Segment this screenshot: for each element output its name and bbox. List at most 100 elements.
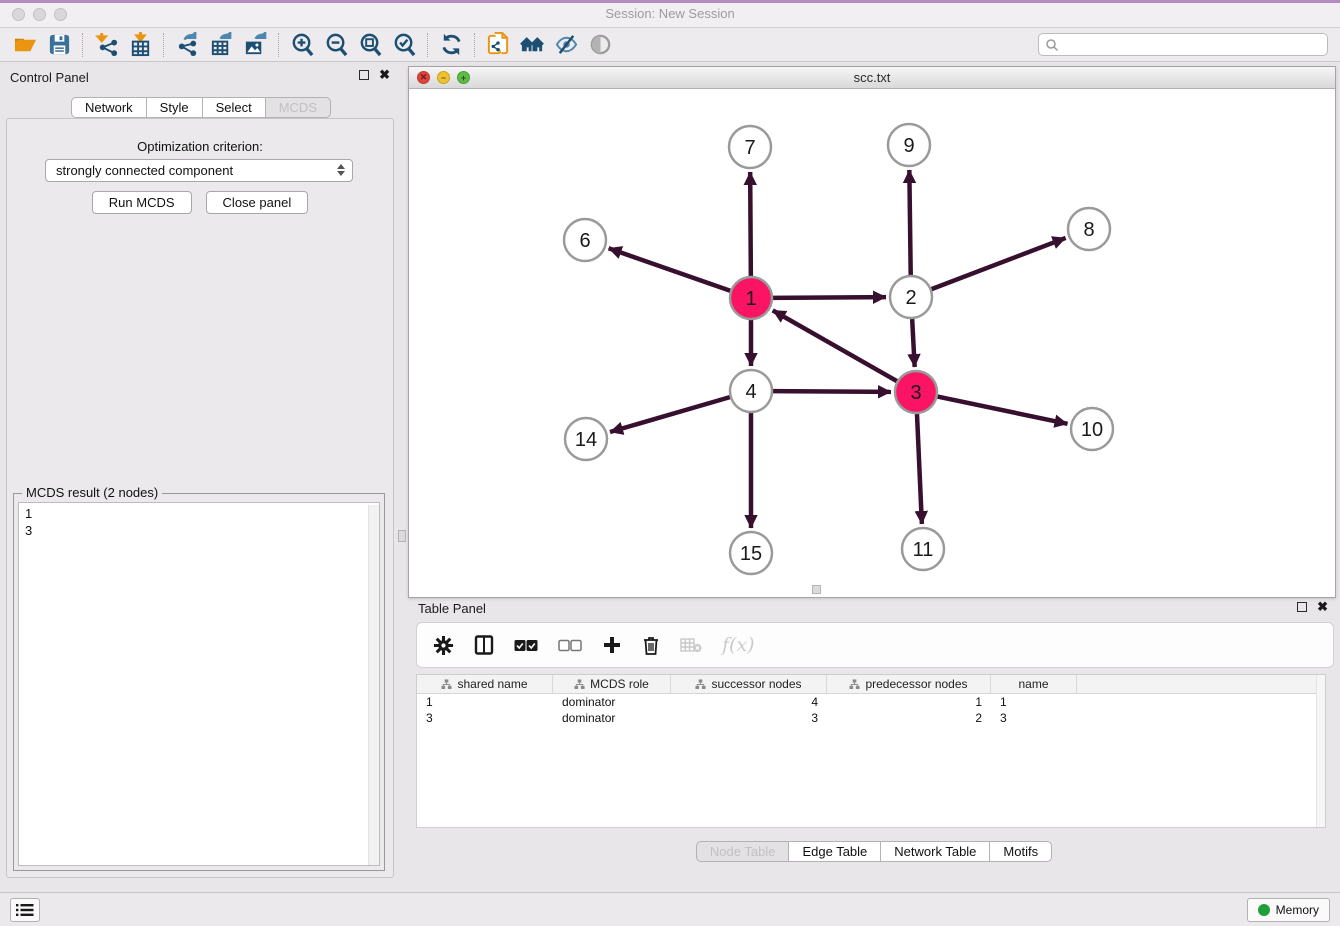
cell-name[interactable]: 1 (991, 694, 1077, 710)
network-graph[interactable]: 7 9 6 8 1 2 4 3 14 10 15 11 (409, 89, 1335, 597)
graph-node-6[interactable]: 6 (564, 219, 606, 261)
zoom-fit-icon (358, 32, 383, 57)
graph-edge-1-2[interactable] (773, 297, 886, 298)
result-scrollbar[interactable] (368, 505, 379, 865)
tab-edge-table[interactable]: Edge Table (788, 841, 880, 862)
search-input[interactable] (1059, 38, 1321, 52)
graph-node-8[interactable]: 8 (1068, 208, 1110, 250)
clone-network-button[interactable] (481, 31, 515, 59)
column-header-name[interactable]: name (991, 675, 1077, 693)
criterion-dropdown[interactable]: strongly connected component (45, 159, 353, 182)
apply-function-button[interactable]: f(x) (722, 634, 755, 656)
cell-successor-nodes[interactable]: 4 (671, 694, 827, 710)
graph-node-1[interactable]: 1 (730, 277, 772, 319)
cell-mcds-role[interactable]: dominator (553, 694, 671, 710)
cell-successor-nodes[interactable]: 3 (671, 710, 827, 726)
tab-network[interactable]: Network (71, 97, 146, 118)
graph-edge-4-3[interactable] (773, 391, 891, 392)
graph-edge-1-6[interactable] (609, 248, 731, 290)
tab-style[interactable]: Style (146, 97, 202, 118)
cell-shared-name[interactable]: 1 (417, 694, 553, 710)
column-header-predecessor-nodes[interactable]: predecessor nodes (827, 675, 991, 693)
graph-edge-2-9[interactable] (909, 170, 910, 275)
graph-edge-3-1[interactable] (773, 310, 897, 381)
float-table-panel-icon[interactable] (1297, 602, 1307, 612)
export-image-icon (243, 32, 268, 57)
export-table-button[interactable] (204, 31, 238, 59)
graph-edge-3-10[interactable] (938, 397, 1068, 424)
search-field[interactable] (1038, 33, 1328, 56)
graph-node-14[interactable]: 14 (565, 418, 607, 460)
first-neighbors-button[interactable] (515, 31, 549, 59)
tab-node-table[interactable]: Node Table (696, 841, 789, 862)
zoom-fit-button[interactable] (353, 31, 387, 59)
graph-edge-2-3[interactable] (912, 319, 915, 367)
export-network-button[interactable] (170, 31, 204, 59)
table-row[interactable]: 3 dominator 3 2 3 (417, 710, 1325, 726)
float-panel-icon[interactable] (359, 70, 369, 80)
graph-node-4[interactable]: 4 (730, 370, 772, 412)
zoom-selected-button[interactable] (387, 31, 421, 59)
tab-select[interactable]: Select (202, 97, 265, 118)
cell-predecessor-nodes[interactable]: 2 (827, 710, 991, 726)
birds-eye-view-button[interactable] (583, 31, 617, 59)
network-canvas[interactable]: 7 9 6 8 1 2 4 3 14 10 15 11 (409, 89, 1335, 597)
close-panel-icon[interactable]: ✖ (379, 70, 390, 80)
add-column-button[interactable] (602, 635, 622, 655)
cell-name[interactable]: 3 (991, 710, 1077, 726)
task-history-button[interactable] (10, 898, 40, 922)
graph-node-2[interactable]: 2 (890, 276, 932, 318)
svg-text:1: 1 (745, 288, 756, 310)
table-header-row: shared name MCDS role successor nodes pr… (417, 675, 1325, 694)
column-header-shared-name[interactable]: shared name (417, 675, 553, 693)
cell-predecessor-nodes[interactable]: 1 (827, 694, 991, 710)
close-panel-button[interactable]: Close panel (206, 191, 309, 214)
memory-button[interactable]: Memory (1247, 898, 1330, 922)
graph-edge-1-7[interactable] (750, 172, 751, 276)
table-scrollbar[interactable] (1316, 675, 1325, 827)
graph-node-11[interactable]: 11 (902, 528, 944, 570)
select-all-button[interactable] (514, 639, 538, 652)
splitter-handle[interactable] (398, 530, 406, 542)
graph-node-7[interactable]: 7 (729, 126, 771, 168)
show-graphics-details-button[interactable] (549, 31, 583, 59)
export-network-icon (175, 32, 200, 57)
column-header-successor-nodes[interactable]: successor nodes (671, 675, 827, 693)
delete-column-button[interactable] (642, 635, 660, 655)
split-view-button[interactable] (474, 635, 494, 655)
graph-node-15[interactable]: 15 (730, 532, 772, 574)
toolbar-separator (427, 33, 428, 57)
graph-edge-4-14[interactable] (610, 397, 730, 432)
tab-motifs[interactable]: Motifs (989, 841, 1052, 862)
graph-node-3[interactable]: 3 (895, 371, 937, 413)
table-row[interactable]: 1 dominator 4 1 1 (417, 694, 1325, 710)
tab-mcds[interactable]: MCDS (265, 97, 331, 118)
list-icon (16, 903, 34, 917)
import-network-button[interactable] (89, 31, 123, 59)
clone-network-icon (486, 32, 511, 57)
column-settings-button[interactable] (433, 635, 454, 656)
zoom-out-button[interactable] (319, 31, 353, 59)
network-window-titlebar[interactable]: ✕ − + scc.txt (409, 67, 1335, 89)
import-table-button[interactable] (123, 31, 157, 59)
zoom-in-button[interactable] (285, 31, 319, 59)
export-image-button[interactable] (238, 31, 272, 59)
cell-mcds-role[interactable]: dominator (553, 710, 671, 726)
refresh-layout-button[interactable] (434, 31, 468, 59)
column-header-mcds-role[interactable]: MCDS role (553, 675, 671, 693)
save-session-button[interactable] (42, 31, 76, 59)
splitter-handle[interactable] (812, 585, 821, 594)
delete-table-button[interactable] (680, 637, 702, 653)
cell-shared-name[interactable]: 3 (417, 710, 553, 726)
delete-table-icon (680, 637, 702, 653)
mcds-result-text[interactable]: 1 3 (18, 502, 380, 866)
graph-edge-3-11[interactable] (917, 414, 922, 524)
graph-node-10[interactable]: 10 (1071, 408, 1113, 450)
deselect-all-button[interactable] (558, 639, 582, 652)
close-table-panel-icon[interactable]: ✖ (1317, 602, 1328, 612)
run-mcds-button[interactable]: Run MCDS (92, 191, 192, 214)
tab-network-table[interactable]: Network Table (880, 841, 989, 862)
open-session-button[interactable] (8, 31, 42, 59)
graph-node-9[interactable]: 9 (888, 124, 930, 166)
graph-edge-2-8[interactable] (932, 238, 1066, 289)
